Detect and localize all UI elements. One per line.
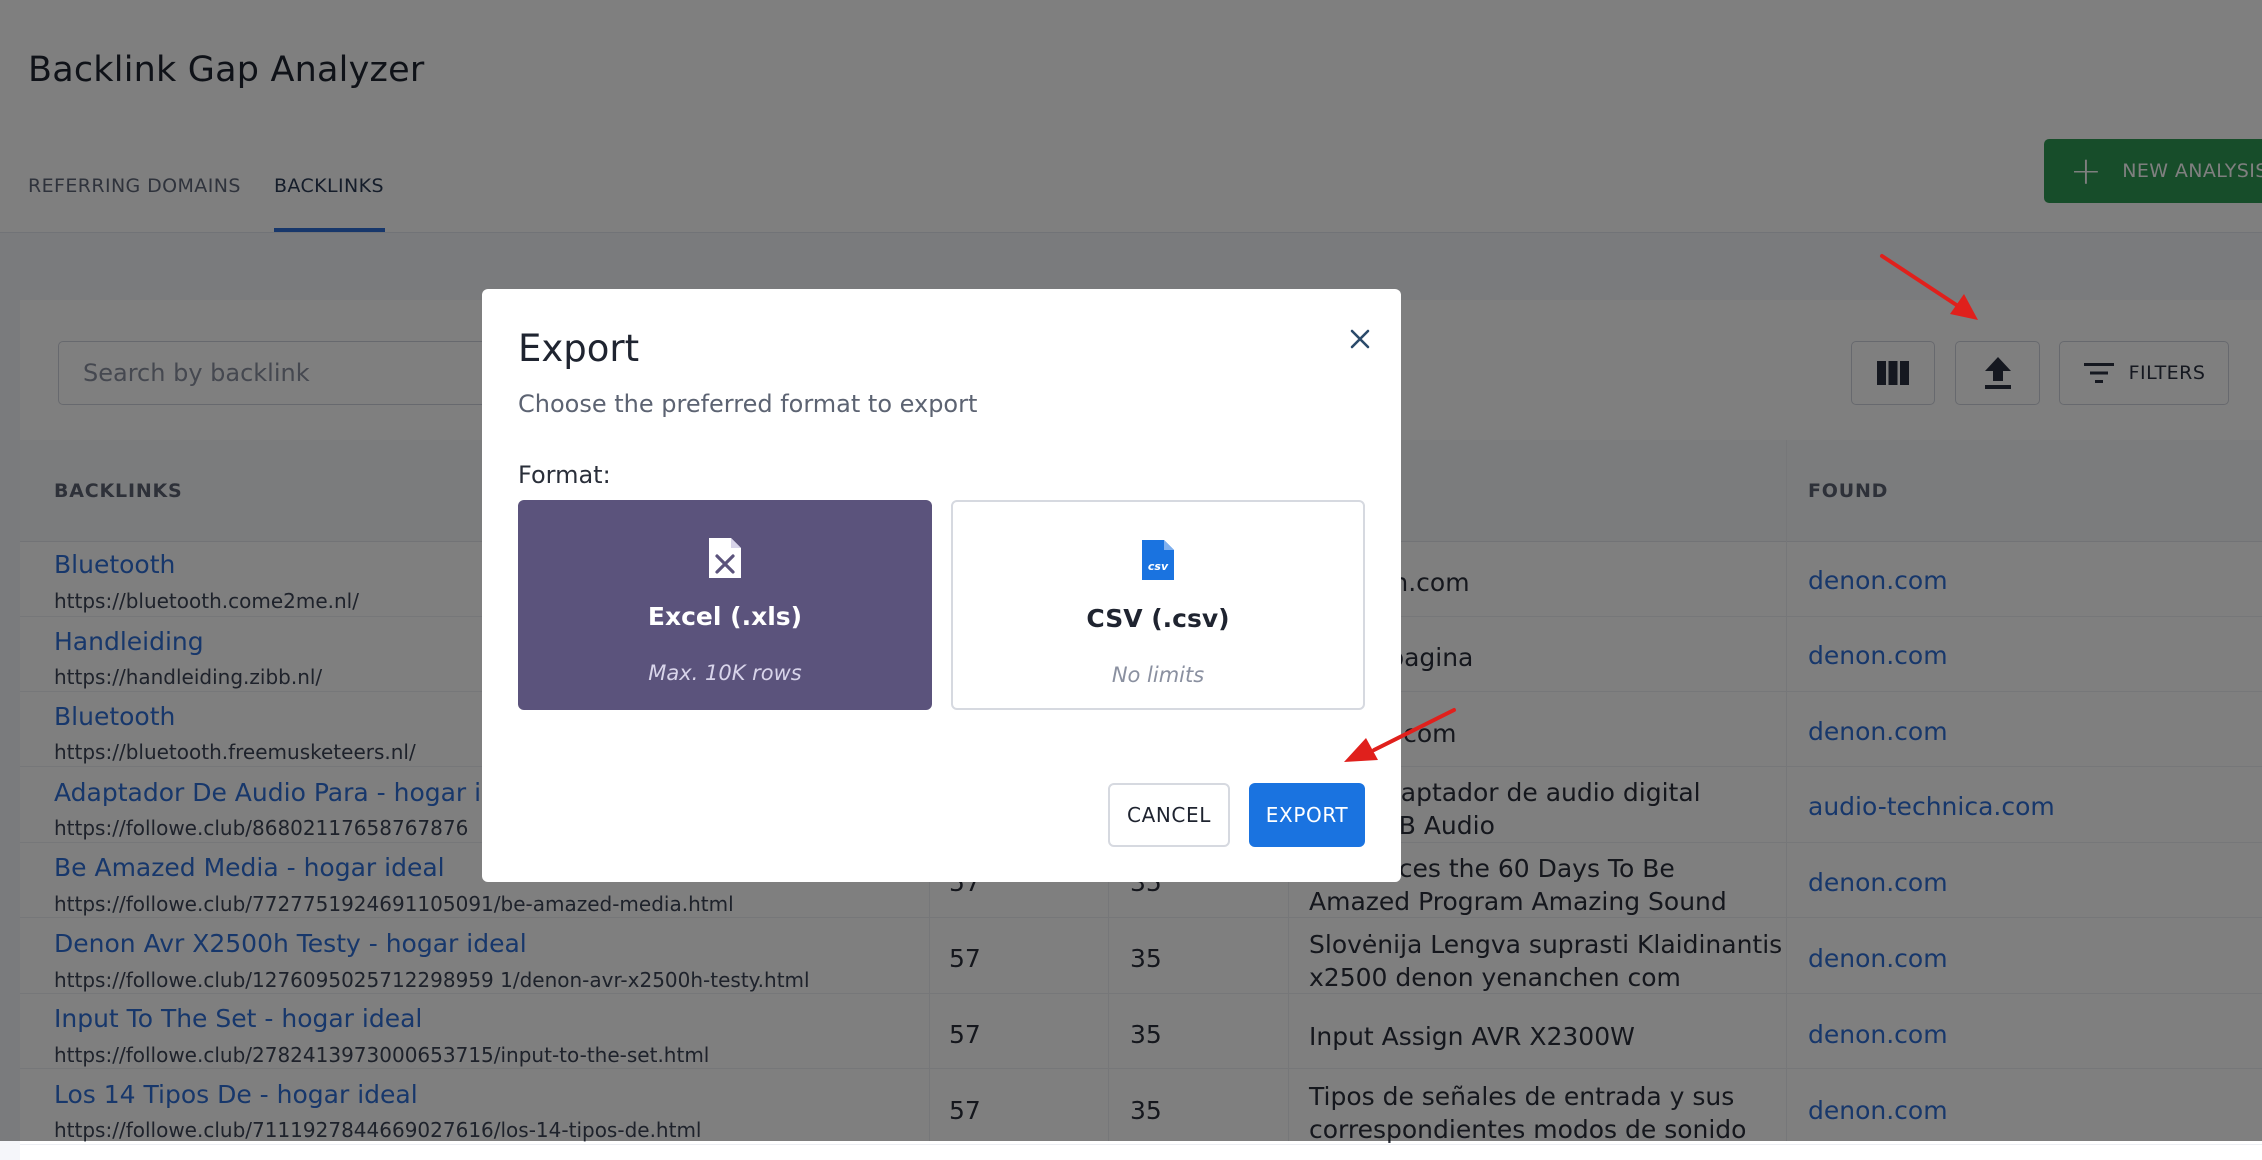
format-option-hint: No limits [1111,663,1205,687]
csv-file-icon: csv [1142,540,1174,580]
close-icon [1350,329,1370,349]
format-option-hint: Max. 10K rows [648,661,802,685]
format-option-name: Excel (.xls) [647,602,803,631]
cancel-button[interactable]: CANCEL [1108,783,1230,847]
export-dialog: Export Choose the preferred format to ex… [482,289,1401,882]
excel-file-icon [709,538,741,578]
dialog-subtitle: Choose the preferred format to export [518,390,978,418]
export-confirm-button[interactable]: EXPORT [1249,783,1365,847]
format-option-csv[interactable]: csv CSV (.csv) No limits [951,500,1365,710]
close-button[interactable] [1340,319,1380,359]
format-label: Format: [518,461,611,489]
dialog-title: Export [518,327,640,370]
csv-icon-label: csv [1148,560,1169,573]
format-option-name: CSV (.csv) [1086,604,1230,633]
format-option-excel[interactable]: Excel (.xls) Max. 10K rows [518,500,932,710]
